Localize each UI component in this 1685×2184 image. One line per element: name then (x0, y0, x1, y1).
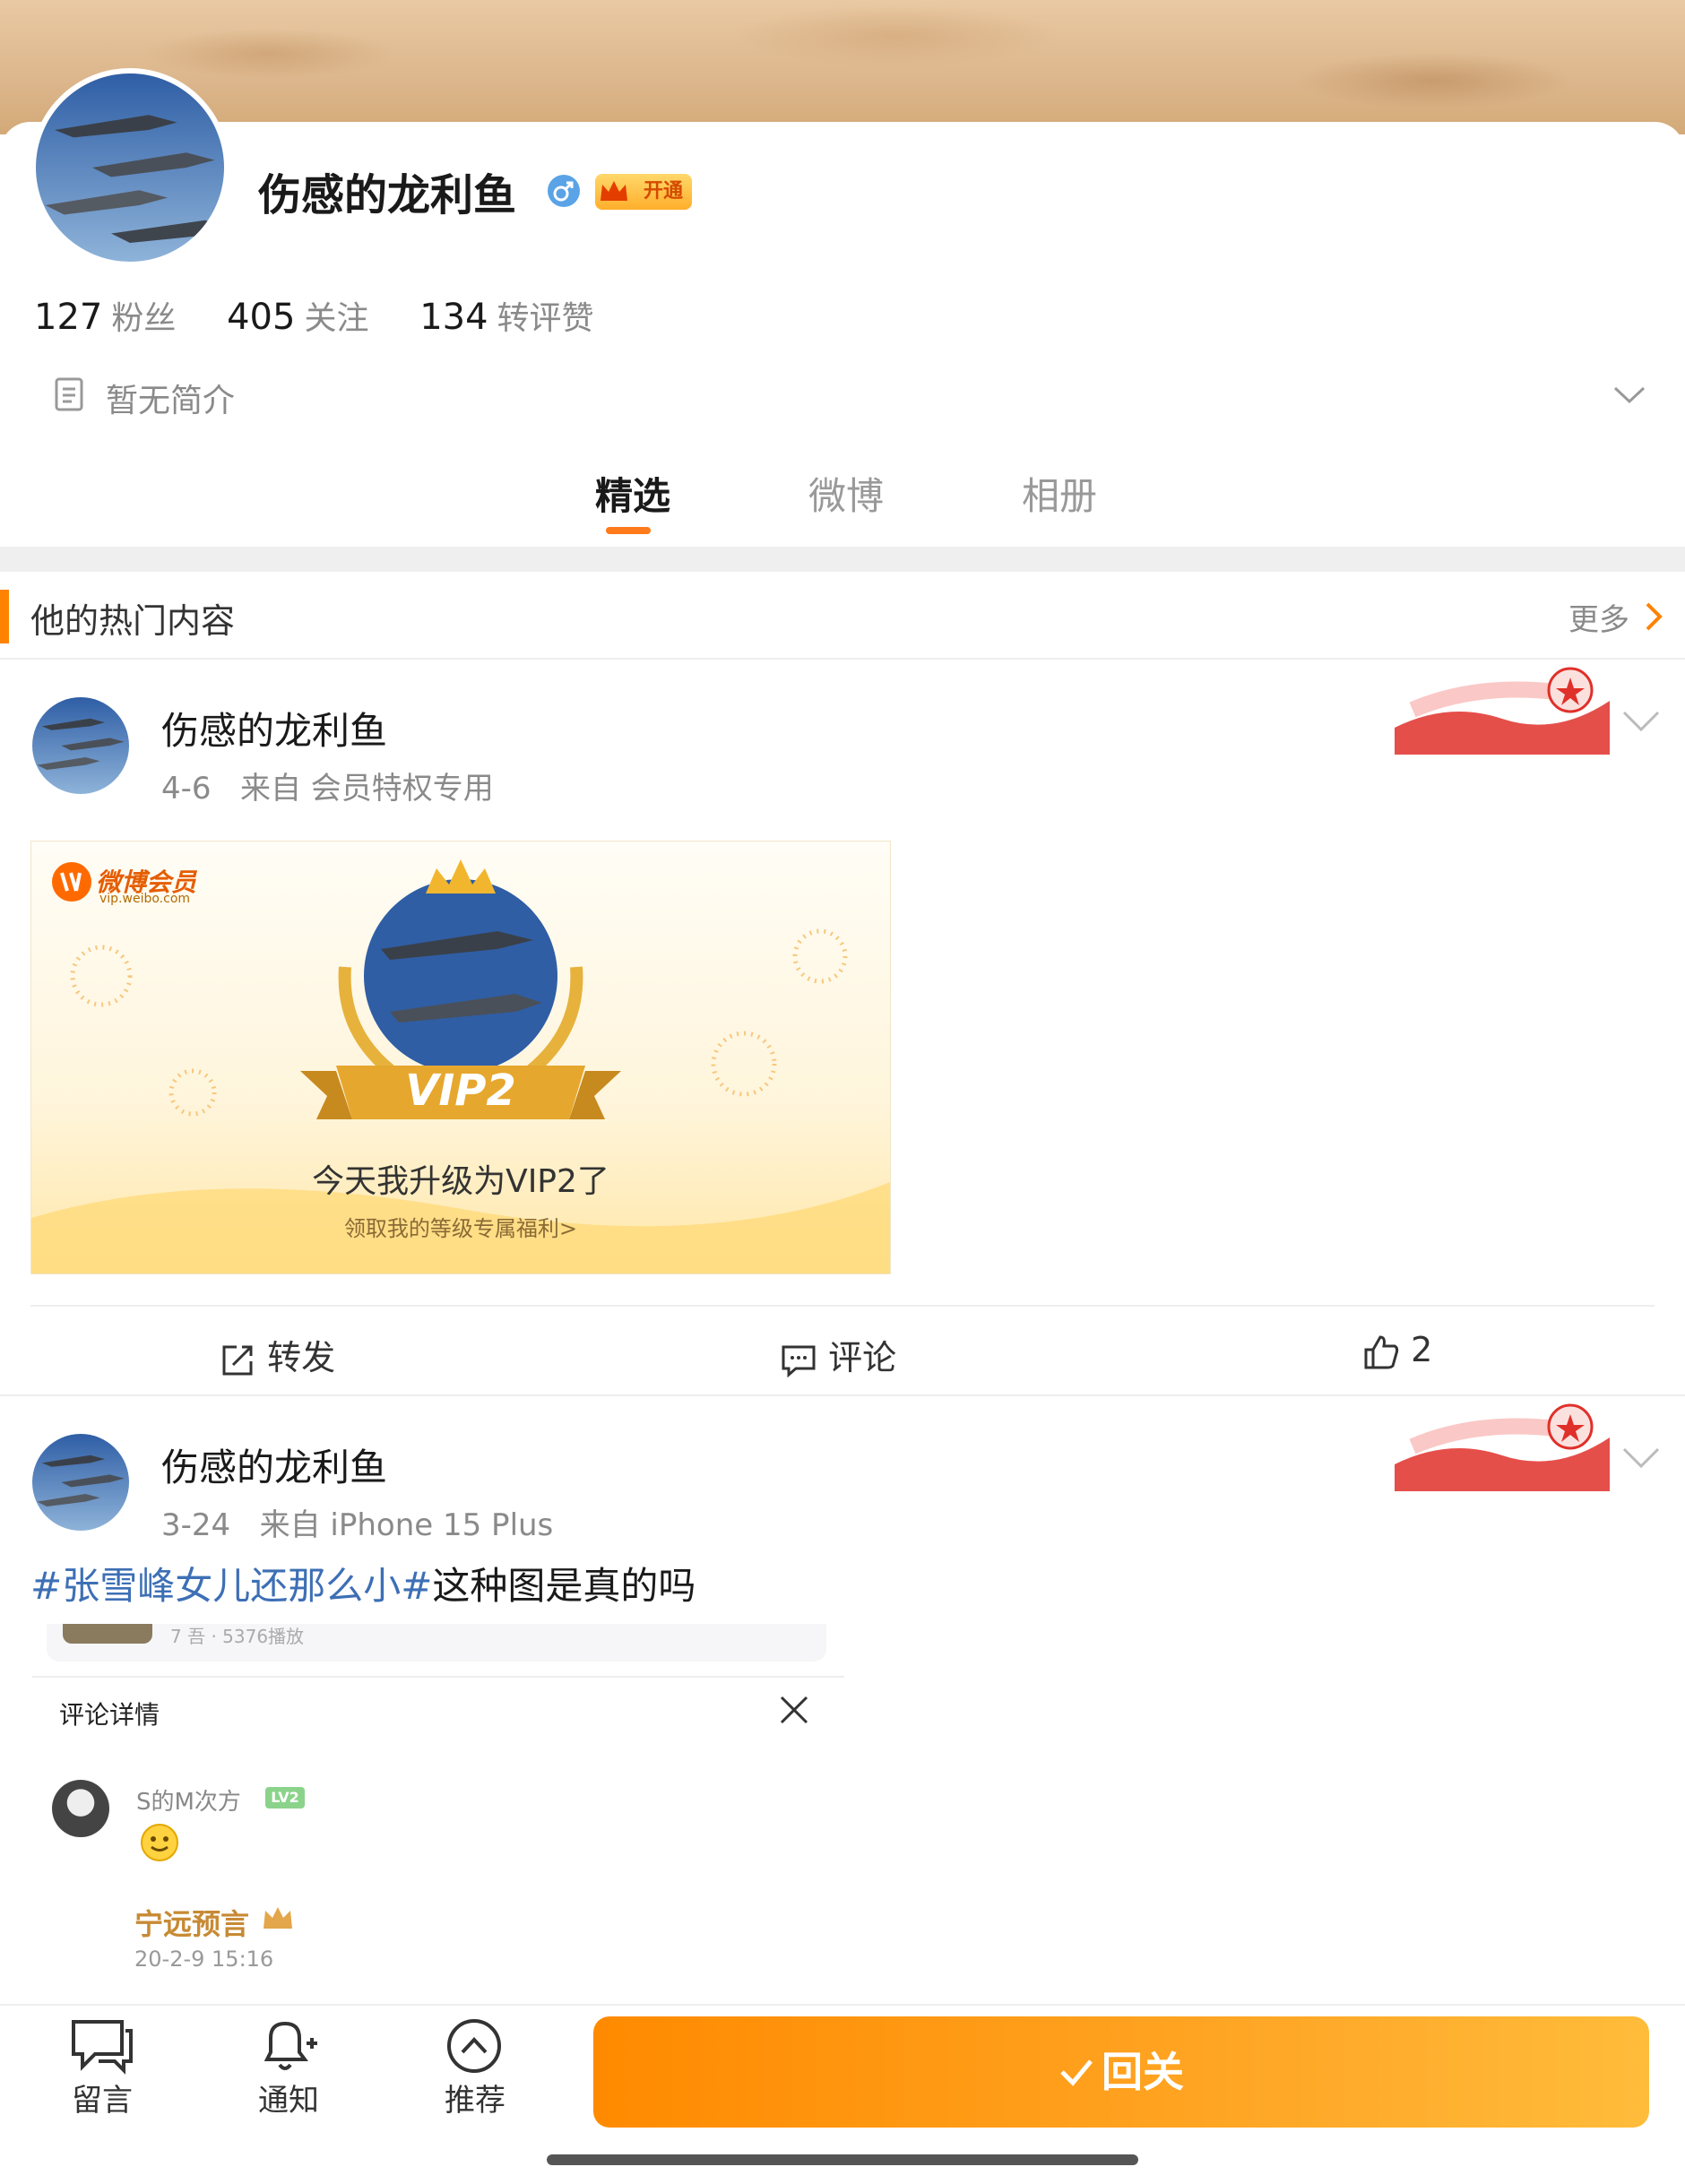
post-author-name[interactable]: 伤感的龙利鱼 (161, 701, 387, 755)
divider (0, 658, 1685, 660)
more-link[interactable]: 更多 (1568, 595, 1629, 639)
divider (0, 547, 1685, 572)
divider (32, 1676, 844, 1678)
message-button[interactable]: 留言 (39, 2016, 165, 2119)
recommend-label: 推荐 (445, 2083, 506, 2119)
section-title: 他的热门内容 (30, 601, 236, 641)
interactions-label: 转评赞 (497, 300, 594, 337)
crown-icon (601, 181, 627, 201)
profile-stats: 127 粉丝 405 关注 134 转评赞 (34, 292, 634, 339)
following-stat[interactable]: 405 关注 (227, 297, 408, 338)
vip-celebration-graphic (31, 859, 890, 1273)
tab-featured[interactable]: 精选 (595, 466, 670, 521)
jets-avatar-image (32, 697, 129, 794)
following-count: 405 (227, 297, 296, 338)
message-icon (72, 2020, 133, 2075)
embedded-video-strip[interactable] (47, 1624, 826, 1662)
post-body: 这种图是真的吗 (432, 1564, 696, 1608)
post-source: 来自 会员特权专用 (239, 771, 494, 807)
tab-album[interactable]: 相册 (1022, 466, 1097, 521)
vip-open-badge[interactable]: 开通 (595, 174, 692, 210)
divider (30, 1305, 1655, 1307)
video-play-count: 7 吾 · 5376播放 (170, 1626, 305, 1647)
vip-benefits-link[interactable]: 领取我的等级专属福利> (31, 1211, 890, 1242)
male-gender-icon (548, 175, 580, 207)
profile-cover[interactable] (0, 0, 1685, 134)
interactions-stat[interactable]: 134 转评赞 (419, 297, 633, 338)
thumbs-up-icon (1364, 1334, 1399, 1368)
reply-user-name[interactable]: 宁远预言 (134, 1902, 249, 1943)
notify-button[interactable]: 通知 (226, 2016, 351, 2119)
comment-icon (782, 1345, 816, 1377)
chevron-right-icon[interactable] (1644, 600, 1663, 633)
post-author-name[interactable]: 伤感的龙利鱼 (161, 1437, 387, 1492)
post-meta: 4-6 来自 会员特权专用 (161, 764, 494, 807)
divider (0, 1394, 1685, 1396)
vip-upgrade-title: 今天我升级为VIP2了 (312, 1163, 609, 1200)
interactions-count: 134 (419, 297, 488, 338)
post-source: 来自 iPhone 15 Plus (259, 1507, 554, 1543)
jets-avatar-image (32, 1434, 129, 1531)
post-avatar[interactable] (32, 1434, 129, 1531)
post-text: #张雪峰女儿还那么小#这种图是真的吗 (30, 1556, 696, 1610)
repost-button[interactable]: 转发 (219, 1330, 335, 1379)
national-emblem-decoration-icon (1395, 667, 1610, 755)
message-label: 留言 (72, 2083, 133, 2119)
recommend-button[interactable]: 推荐 (412, 2016, 538, 2119)
vip-upgrade-card[interactable]: 微博会员 vip.weibo.com VIP2 今天我升级为VIP2了 领取我的… (30, 841, 891, 1274)
national-emblem-decoration-icon (1395, 1403, 1610, 1491)
chevron-up-circle-icon (447, 2019, 501, 2073)
post-meta: 3-24 来自 iPhone 15 Plus (161, 1500, 553, 1544)
bell-plus-icon (264, 2021, 317, 2070)
profile-avatar[interactable] (30, 68, 229, 267)
reply-time: 20-2-9 15:16 (134, 1947, 274, 1972)
comment-label: 评论 (828, 1338, 897, 1377)
close-icon[interactable] (778, 1694, 810, 1726)
smiley-emoji-icon (141, 1824, 178, 1861)
post-avatar[interactable] (32, 697, 129, 794)
follow-back-label: 回关 (1102, 2048, 1184, 2096)
bio-text: 暂无简介 (106, 383, 236, 419)
like-button[interactable]: 2 (1362, 1330, 1432, 1371)
like-count: 2 (1411, 1330, 1433, 1369)
repost-label: 转发 (267, 1338, 336, 1377)
followers-label: 粉丝 (111, 300, 177, 337)
repost-icon (222, 1345, 253, 1375)
post-date: 3-24 (161, 1507, 231, 1543)
chevron-down-icon[interactable] (1622, 1446, 1660, 1470)
video-thumbnail (63, 1624, 152, 1644)
check-icon (1060, 2059, 1093, 2086)
post-date: 4-6 (161, 771, 212, 807)
followers-count: 127 (34, 297, 103, 338)
level-badge: LV2 (265, 1787, 305, 1808)
vip-badge-label: 开通 (643, 180, 683, 203)
comment-button[interactable]: 评论 (780, 1330, 896, 1379)
profile-name: 伤感的龙利鱼 (258, 170, 517, 220)
jets-avatar-image (36, 73, 224, 262)
commenter-name[interactable]: S的M次方 (136, 1783, 241, 1817)
section-accent-bar (0, 590, 9, 643)
comment-details-title: 评论详情 (59, 1700, 160, 1730)
chevron-down-icon[interactable] (1613, 385, 1646, 405)
tab-weibo[interactable]: 微博 (808, 466, 884, 521)
hashtag-link[interactable]: #张雪峰女儿还那么小# (30, 1564, 432, 1608)
document-icon (55, 377, 83, 411)
crown-icon (264, 1907, 292, 1929)
chevron-down-icon[interactable] (1622, 710, 1660, 733)
notify-label: 通知 (258, 2083, 319, 2119)
vip-level-ribbon: VIP2 (405, 1066, 516, 1116)
home-indicator[interactable] (547, 2154, 1138, 2165)
followers-stat[interactable]: 127 粉丝 (34, 297, 215, 338)
commenter-avatar[interactable] (52, 1780, 109, 1837)
following-label: 关注 (304, 300, 369, 337)
follow-back-button[interactable]: 回关 (593, 2016, 1649, 2128)
active-tab-indicator (606, 527, 651, 534)
